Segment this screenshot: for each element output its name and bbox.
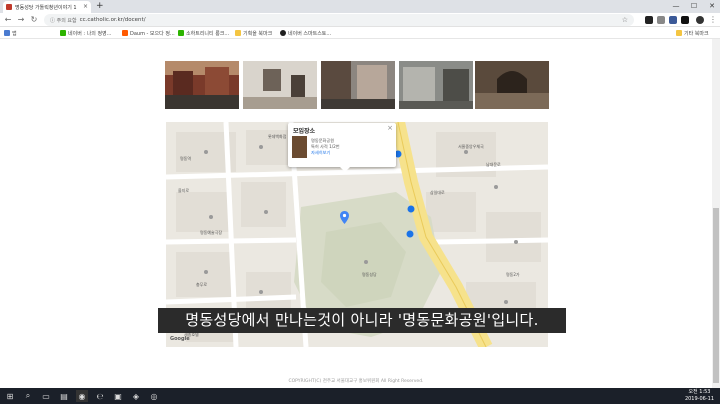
- browser-titlebar: 명동성당 가톨릭청년이야기 1 × + — ☐ ✕: [0, 0, 720, 13]
- gallery-photo[interactable]: [165, 61, 239, 109]
- browser-toolbar: ← → ↻ ⓘ 주의 요함 cc.catholic.or.kr/docent/ …: [0, 13, 720, 27]
- bookmark-label: 네이버 : 나의 정영...: [68, 30, 112, 37]
- map-label: 명동2가: [506, 272, 520, 277]
- chrome-icon[interactable]: ◉: [76, 390, 88, 402]
- place-thumbnail: [292, 136, 307, 158]
- bookmark-item[interactable]: 기획을 북마크: [235, 27, 272, 39]
- tab-close-icon[interactable]: ×: [83, 4, 88, 10]
- security-indicator[interactable]: ⓘ 주의 요함: [50, 17, 77, 24]
- bookmark-label: 소하트리니티 롱크...: [186, 30, 230, 37]
- scrollbar-thumb[interactable]: [713, 208, 719, 383]
- map-marker-icon[interactable]: [340, 211, 349, 224]
- bookmark-label: 기획을 북마크: [243, 30, 273, 37]
- bookmark-item[interactable]: 네이버 스마트스토...: [280, 27, 331, 39]
- map-label: 서울중앙우체국: [458, 144, 484, 149]
- clock-time: 오전 1:53: [688, 389, 711, 395]
- extension-icon[interactable]: [645, 16, 653, 24]
- map-label: 명동역: [180, 156, 192, 161]
- bookmark-item[interactable]: 앱: [4, 27, 17, 39]
- new-tab-button[interactable]: +: [96, 1, 104, 12]
- info-window-tail: [340, 167, 350, 172]
- app-icon[interactable]: ▣: [112, 390, 124, 402]
- bookmark-label: 네이버 스마트스토...: [288, 30, 332, 37]
- other-bookmarks[interactable]: 기타 북마크: [676, 27, 709, 39]
- extension-icon[interactable]: [669, 16, 677, 24]
- map-label: 롯데백화점: [268, 134, 287, 139]
- app-icon[interactable]: ◈: [130, 390, 142, 402]
- bookmark-icon: [122, 30, 128, 36]
- menu-icon[interactable]: ⋮: [708, 14, 718, 26]
- back-button[interactable]: ←: [3, 14, 13, 26]
- search-icon[interactable]: ⌕: [22, 390, 34, 402]
- bookmark-star-icon[interactable]: ☆: [622, 14, 628, 26]
- task-view-icon[interactable]: ▭: [40, 390, 52, 402]
- bookmarks-bar: 앱 네이버 : 나의 정영... Daum - 모으다 정... 소하트리니티 …: [0, 27, 720, 39]
- folder-icon: [235, 30, 241, 36]
- web-page: · · · · · 명동역 을지로 명동성당 서울중앙우체국 명동예술극장 충무…: [0, 39, 712, 388]
- bookmark-icon: [60, 30, 66, 36]
- file-explorer-icon[interactable]: ▤: [58, 390, 70, 402]
- bookmark-label: 기타 북마크: [684, 30, 709, 37]
- app-icon[interactable]: ◎: [148, 390, 160, 402]
- folder-icon: [676, 30, 682, 36]
- bookmark-label: 앱: [12, 30, 17, 37]
- gallery-photo[interactable]: [475, 61, 549, 109]
- page-footer: COPYRIGHT(C) 천주교 서울대교구 홍보위원회 All Right R…: [288, 379, 424, 384]
- page-top-text: · · · · ·: [220, 39, 242, 43]
- maximize-button[interactable]: ☐: [686, 0, 702, 13]
- minimize-button[interactable]: —: [668, 0, 684, 13]
- clock-date: 2019-06-11: [684, 396, 714, 402]
- url-text: cc.catholic.or.kr/docent/: [79, 17, 146, 23]
- bookmark-icon: [280, 30, 286, 36]
- extension-icon[interactable]: [681, 16, 689, 24]
- address-bar[interactable]: ⓘ 주의 요함 cc.catholic.or.kr/docent/ ☆: [44, 14, 634, 26]
- windows-start-icon[interactable]: ⊞: [4, 390, 16, 402]
- profile-avatar[interactable]: [696, 16, 704, 24]
- map-info-window: 모임장소 × 명동문화공원 특허 사적 1/2번 자세히보기: [288, 123, 396, 172]
- gallery-photo[interactable]: [243, 61, 317, 109]
- tab-title: 명동성당 가톨릭청년이야기 1: [15, 4, 77, 11]
- browser-tab[interactable]: 명동성당 가톨릭청년이야기 1 ×: [3, 1, 91, 13]
- close-icon[interactable]: ×: [387, 124, 393, 132]
- bookmark-item[interactable]: 네이버 : 나의 정영...: [60, 27, 111, 39]
- gallery-photo[interactable]: [321, 61, 395, 109]
- bookmark-icon: [4, 30, 10, 36]
- bookmark-label: Daum - 모으다 정...: [130, 30, 175, 37]
- video-subtitle: 명동성당에서 만나는것이 아니라 '명동문화공원'입니다.: [158, 308, 566, 333]
- bookmark-icon: [178, 30, 184, 36]
- gallery-photo[interactable]: [399, 61, 473, 109]
- windows-taskbar: ⊞ ⌕ ▭ ▤ ◉ ℮ ▣ ◈ ◎ 오전 1:53 2019-06-11: [0, 388, 720, 404]
- close-window-button[interactable]: ✕: [704, 0, 720, 13]
- bookmark-item[interactable]: Daum - 모으다 정...: [122, 27, 175, 39]
- map-label: 을지로: [178, 188, 190, 193]
- map-label: 충무로: [196, 282, 208, 287]
- favicon-icon: [6, 4, 12, 10]
- bookmark-item[interactable]: 소하트리니티 롱크...: [178, 27, 229, 39]
- system-clock[interactable]: 오전 1:53 2019-06-11: [685, 389, 714, 403]
- edge-icon[interactable]: ℮: [94, 390, 106, 402]
- place-detail-link[interactable]: 자세히보기: [311, 150, 330, 156]
- info-window-title: 모임장소: [293, 128, 316, 135]
- extension-icon[interactable]: [657, 16, 665, 24]
- map-label: 명동성당: [362, 272, 377, 277]
- map-label: 남대문로: [486, 162, 501, 167]
- google-logo: Google: [170, 336, 190, 342]
- forward-button[interactable]: →: [16, 14, 26, 26]
- reload-button[interactable]: ↻: [29, 14, 39, 26]
- map-label: 삼일대로: [430, 190, 445, 195]
- map-label: 명동예술극장: [200, 230, 223, 235]
